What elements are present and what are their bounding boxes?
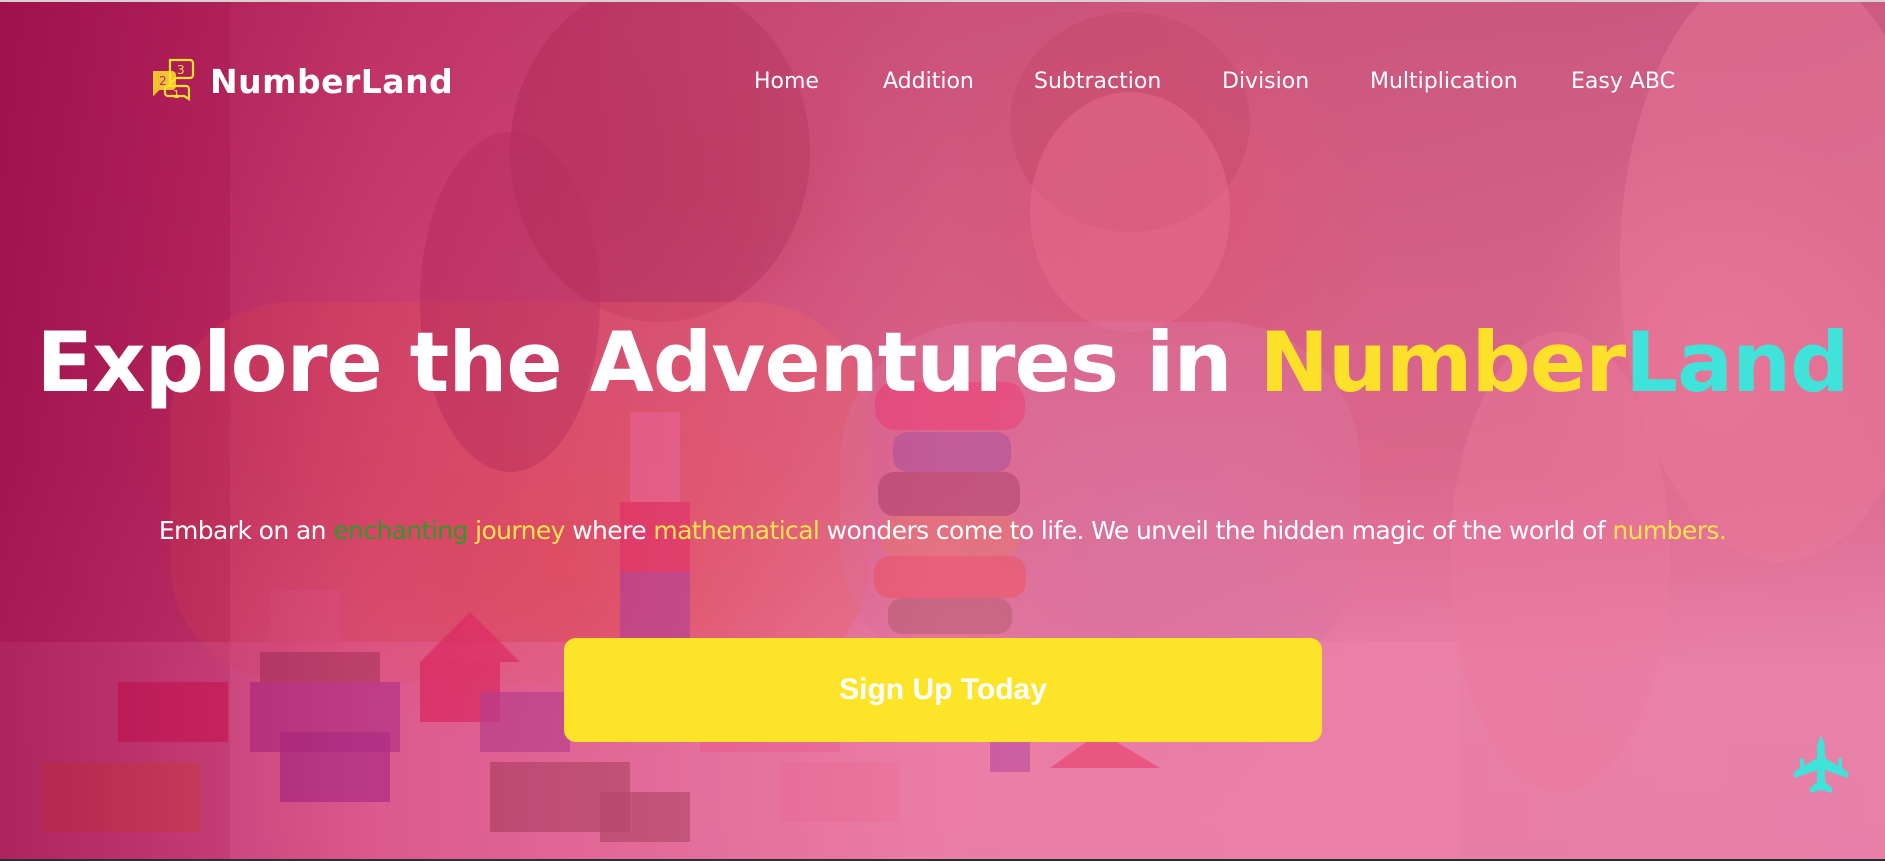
nav-item-home[interactable]: Home: [754, 69, 819, 94]
nav-item-multiplication[interactable]: Multiplication: [1370, 69, 1518, 94]
nav-item-subtraction[interactable]: Subtraction: [1034, 69, 1161, 94]
jet-plane-icon: [1794, 736, 1848, 793]
subtitle-space: [468, 516, 475, 545]
subtitle-part-3: wonders come to life. We unveil the hidd…: [819, 516, 1613, 545]
subtitle-part-1: Embark on an: [158, 516, 334, 545]
headline-number: Number: [1259, 314, 1626, 411]
subtitle-numbers: numbers.: [1612, 516, 1727, 545]
hero-subtitle: Embark on an enchanting journey where ma…: [0, 516, 1885, 545]
hero-headline: Explore the Adventures in NumberLand: [0, 314, 1885, 411]
main-nav: Home Addition Subtraction Division Multi…: [0, 69, 1885, 103]
sign-up-button[interactable]: Sign Up Today: [564, 638, 1322, 742]
subtitle-journey: journey: [475, 516, 565, 545]
subtitle-mathematical: mathematical: [653, 516, 820, 545]
headline-lead: Explore the Adventures in: [36, 314, 1260, 411]
nav-item-addition[interactable]: Addition: [883, 69, 974, 94]
subtitle-part-2: where: [564, 516, 654, 545]
scroll-to-top-button[interactable]: [1788, 732, 1854, 798]
headline-land: Land: [1625, 314, 1849, 411]
subtitle-enchanting: enchanting: [333, 516, 468, 545]
hero-section: 3 2 1 NumberLand Home Addition Subtracti…: [0, 2, 1885, 859]
nav-item-easy-abc[interactable]: Easy ABC: [1571, 69, 1675, 94]
nav-item-division[interactable]: Division: [1222, 69, 1309, 94]
